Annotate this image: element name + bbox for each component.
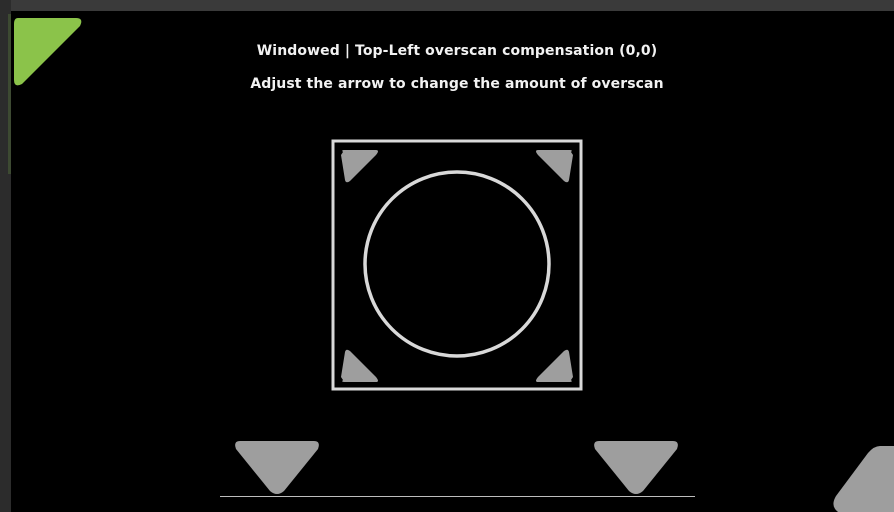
left-down-arrow-icon[interactable] xyxy=(235,441,319,494)
top-left-overscan-arrow-icon[interactable] xyxy=(14,18,82,86)
overscan-calibration-screen: Windowed | Top-Left overscan compensatio… xyxy=(0,0,894,512)
bottom-right-overscan-arrow-icon[interactable] xyxy=(833,446,894,512)
calibration-frame-icon xyxy=(331,139,583,391)
bottom-guide-line xyxy=(220,496,695,497)
inner-corner-top-right-icon xyxy=(536,150,573,183)
inner-corner-bottom-left-icon xyxy=(341,349,378,382)
inner-corner-top-left-icon xyxy=(341,150,378,183)
calibration-graphics xyxy=(14,18,894,512)
inner-corner-bottom-right-icon xyxy=(536,349,573,382)
calibration-circle-icon xyxy=(363,170,551,358)
right-down-arrow-icon[interactable] xyxy=(594,441,678,494)
